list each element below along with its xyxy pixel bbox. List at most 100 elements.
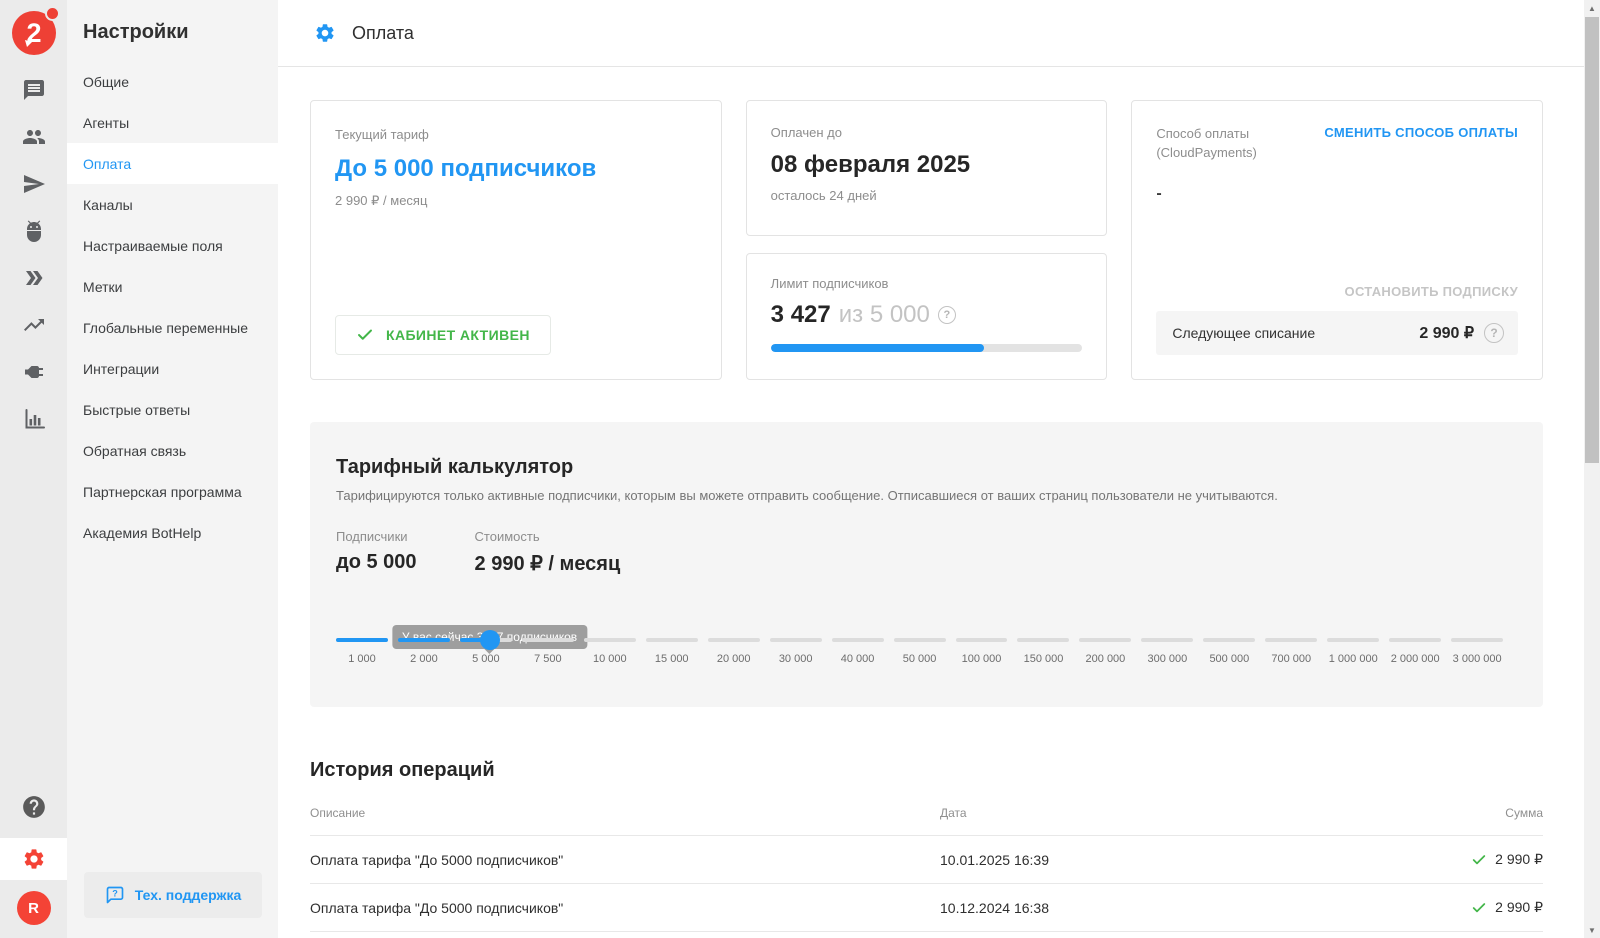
slider-tick-label: 7 500 <box>522 653 574 665</box>
operations-history: История операций Описание Дата Сумма Опл… <box>310 759 1543 938</box>
success-check-icon <box>1471 852 1487 868</box>
slider-segment[interactable] <box>1017 638 1069 642</box>
slider-segment[interactable] <box>646 638 698 642</box>
slider-segment[interactable] <box>1079 638 1131 642</box>
paid-until-date: 08 февраля 2025 <box>771 151 1083 179</box>
sidebar-item[interactable]: Партнерская программа <box>67 471 278 512</box>
slider-segment[interactable] <box>1141 638 1193 642</box>
slider-tick-labels: 1 0002 0005 0007 50010 00015 00020 00030… <box>336 653 1503 665</box>
bot-icon[interactable] <box>22 219 46 243</box>
paid-until-label: Оплачен до <box>771 125 1083 140</box>
plug-icon[interactable] <box>22 360 46 384</box>
limit-values: 3 427 из 5 000 ? <box>771 301 1083 329</box>
next-charge-help-icon[interactable]: ? <box>1484 323 1504 343</box>
slider-segment[interactable] <box>956 638 1008 642</box>
sidebar-item[interactable]: Агенты <box>67 102 278 143</box>
subscriber-progress-fill <box>771 344 984 352</box>
subscribers-stat-label: Подписчики <box>336 529 417 544</box>
next-charge-row: Следующее списание 2 990 ₽ ? <box>1156 311 1518 355</box>
slider-tick-label: 500 000 <box>1203 653 1255 665</box>
sidebar-item[interactable]: Оплата <box>67 143 278 184</box>
double-arrow-icon[interactable] <box>22 266 46 290</box>
slider-segment[interactable] <box>336 638 388 642</box>
payment-method-head: Способ оплаты (CloudPayments) СМЕНИТЬ СП… <box>1156 125 1518 163</box>
slider-tick-label: 1 000 000 <box>1327 653 1379 665</box>
slider-segment[interactable] <box>894 638 946 642</box>
sidebar-item[interactable]: Академия BotHelp <box>67 512 278 553</box>
page-header: Оплата <box>278 0 1584 67</box>
slider-segment[interactable] <box>1265 638 1317 642</box>
bar-chart-icon[interactable] <box>22 407 46 431</box>
slider-segment[interactable] <box>584 638 636 642</box>
history-amount-value: 2 990 ₽ <box>1495 899 1543 916</box>
next-charge-amount: 2 990 ₽ <box>1419 323 1474 343</box>
help-icon[interactable] <box>21 794 47 820</box>
vertical-scrollbar: ▲ ▼ <box>1584 0 1600 938</box>
slider-segment[interactable] <box>1327 638 1379 642</box>
sidebar-item[interactable]: Быстрые ответы <box>67 389 278 430</box>
middle-card-column: Оплачен до 08 февраля 2025 осталось 24 д… <box>746 100 1108 380</box>
trending-up-icon[interactable] <box>22 313 46 337</box>
bothelp-logo[interactable]: 2 <box>11 10 57 56</box>
slider-tick-label: 10 000 <box>584 653 636 665</box>
sidebar-item[interactable]: Метки <box>67 266 278 307</box>
sidebar-item[interactable]: Настраиваемые поля <box>67 225 278 266</box>
settings-gear-icon <box>22 847 46 871</box>
icon-rail: 2 R <box>0 0 67 938</box>
chat-icon[interactable] <box>22 78 46 102</box>
slider-segment[interactable] <box>770 638 822 642</box>
history-description: Оплата тарифа "До 5000 подписчиков" <box>310 900 940 916</box>
sidebar-item[interactable]: Общие <box>67 61 278 102</box>
sidebar-item[interactable]: Обратная связь <box>67 430 278 471</box>
send-icon[interactable] <box>22 172 46 196</box>
slider-tick-label: 40 000 <box>832 653 884 665</box>
history-row: Оплата тарифа "До 5000 подписчиков"10.12… <box>310 884 1543 932</box>
history-amount: 2 990 ₽ <box>1393 899 1543 916</box>
slider-tick-label: 700 000 <box>1265 653 1317 665</box>
history-amount: 2 990 ₽ <box>1393 851 1543 868</box>
settings-nav-active[interactable] <box>0 838 67 880</box>
tariff-name: До 5 000 подписчиков <box>335 155 697 183</box>
next-charge-right: 2 990 ₽ ? <box>1419 323 1504 343</box>
sidebar-item[interactable]: Каналы <box>67 184 278 225</box>
column-description: Описание <box>310 806 940 820</box>
scrollbar-up-arrow[interactable]: ▲ <box>1584 0 1600 16</box>
history-row: Оплата тарифа "До 5000 подписчиков"10.01… <box>310 836 1543 884</box>
slider-segment[interactable] <box>1451 638 1503 642</box>
scrollbar-down-arrow[interactable]: ▼ <box>1584 922 1600 938</box>
slider-segment[interactable] <box>398 638 450 642</box>
slider-segment[interactable] <box>1203 638 1255 642</box>
scrollbar-thumb[interactable] <box>1585 17 1599 463</box>
page-gear-icon <box>314 22 336 44</box>
support-chat-question-icon: ? <box>105 885 125 905</box>
tariff-calculator: Тарифный калькулятор Тарифицируются толь… <box>310 422 1543 707</box>
slider-segment[interactable] <box>522 638 574 642</box>
slider-segment[interactable] <box>708 638 760 642</box>
slider-segment[interactable] <box>1389 638 1441 642</box>
account-active-button[interactable]: КАБИНЕТ АКТИВЕН <box>335 315 551 355</box>
history-amount-value: 2 990 ₽ <box>1495 851 1543 868</box>
slider-tick-label: 150 000 <box>1017 653 1069 665</box>
limit-help-icon[interactable]: ? <box>938 306 956 324</box>
history-table-header: Описание Дата Сумма <box>310 806 1543 836</box>
slider-segment[interactable] <box>832 638 884 642</box>
slider-thumb[interactable] <box>480 630 500 650</box>
subscribers-stat: Подписчики до 5 000 <box>336 529 417 576</box>
main-area: Оплата Текущий тариф До 5 000 подписчико… <box>278 0 1584 938</box>
change-payment-method-link[interactable]: СМЕНИТЬ СПОСОБ ОПЛАТЫ <box>1324 125 1518 140</box>
limit-current: 3 427 <box>771 301 831 329</box>
sidebar-item[interactable]: Глобальные переменные <box>67 307 278 348</box>
logo-notification-dot <box>45 6 60 21</box>
column-date: Дата <box>940 806 1393 820</box>
people-icon[interactable] <box>22 125 46 149</box>
cost-stat-label: Стоимость <box>475 529 621 544</box>
slider-track[interactable] <box>336 638 1503 642</box>
support-button[interactable]: ? Тех. поддержка <box>84 872 262 918</box>
payment-method-label: Способ оплаты (CloudPayments) <box>1156 125 1306 163</box>
avatar[interactable]: R <box>17 891 51 925</box>
sidebar-item[interactable]: Интеграции <box>67 348 278 389</box>
sidebar-menu: ОбщиеАгентыОплатаКаналыНастраиваемые пол… <box>67 61 278 553</box>
next-charge-label: Следующее списание <box>1172 325 1315 341</box>
stop-subscription-link[interactable]: ОСТАНОВИТЬ ПОДПИСКУ <box>1345 284 1518 299</box>
tariff-label: Текущий тариф <box>335 127 697 142</box>
